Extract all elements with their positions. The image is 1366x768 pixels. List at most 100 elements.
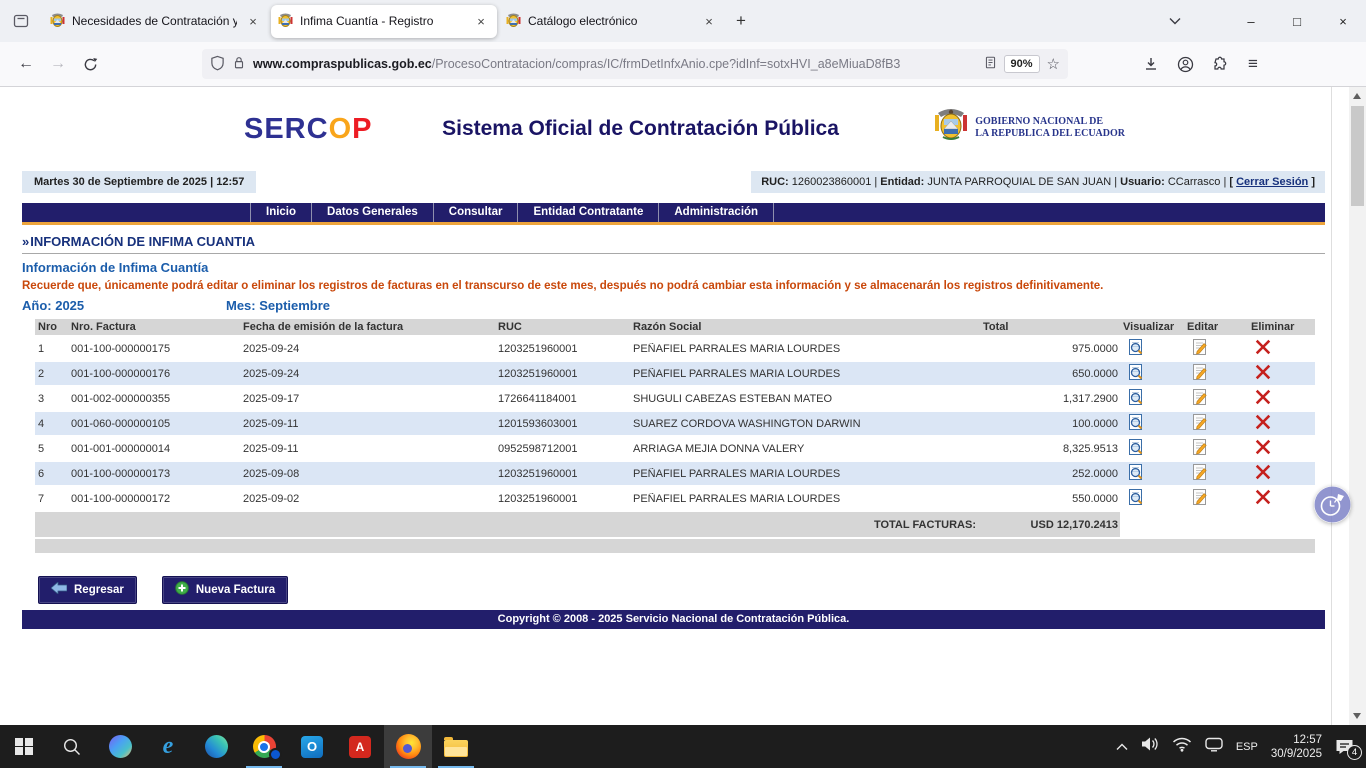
cell-nro-factura: 001-100-000000175: [68, 343, 240, 355]
scroll-down-arrow[interactable]: [1353, 713, 1361, 719]
url-text[interactable]: www.compraspublicas.gob.ec/ProcesoContra…: [253, 57, 977, 71]
back-arrow-icon: [51, 582, 67, 597]
scrollbar-thumb[interactable]: [1351, 106, 1364, 206]
back-button[interactable]: ←: [10, 48, 42, 80]
eliminar-icon[interactable]: [1255, 439, 1271, 455]
cell-nro: 4: [35, 418, 68, 430]
vertical-scrollbar[interactable]: [1349, 87, 1366, 725]
tab-necesidades[interactable]: Necesidades de Contratación y ×: [43, 5, 269, 38]
chevron-up-icon[interactable]: [1116, 738, 1128, 756]
tab-catalogo[interactable]: Catálogo electrónico ×: [499, 5, 725, 38]
account-icon[interactable]: [1168, 48, 1202, 80]
cell-fecha-emision: 2025-09-24: [240, 343, 495, 355]
buttons-row: Regresar Nueva Factura: [38, 576, 1331, 604]
chevron-down-icon[interactable]: [1158, 6, 1192, 36]
menu-icon[interactable]: ≡: [1236, 48, 1270, 80]
forward-button[interactable]: →: [42, 48, 74, 80]
visualizar-icon[interactable]: [1127, 338, 1145, 356]
notification-center-button[interactable]: 4: [1335, 738, 1354, 755]
close-icon[interactable]: ×: [472, 14, 490, 29]
new-tab-button[interactable]: +: [726, 6, 756, 36]
internet-explorer-button[interactable]: e: [144, 725, 192, 768]
search-button[interactable]: [48, 725, 96, 768]
ecuador-crest-favicon: [278, 12, 293, 31]
wifi-icon[interactable]: [1172, 737, 1192, 757]
start-button[interactable]: [0, 725, 48, 768]
cell-ruc: 1203251960001: [495, 343, 630, 355]
eliminar-icon[interactable]: [1255, 464, 1271, 480]
regresar-button[interactable]: Regresar: [38, 576, 137, 604]
connect-display-icon[interactable]: [1205, 737, 1223, 757]
zoom-level-badge[interactable]: 90%: [1004, 55, 1040, 73]
shield-icon[interactable]: [210, 55, 225, 74]
eliminar-icon[interactable]: [1255, 339, 1271, 355]
visualizar-icon[interactable]: [1127, 463, 1145, 481]
eliminar-icon[interactable]: [1255, 389, 1271, 405]
download-icon[interactable]: [1134, 48, 1168, 80]
session-bar: Martes 30 de Septiembre de 2025 | 12:57 …: [22, 171, 1325, 193]
logout-link[interactable]: Cerrar Sesión: [1236, 176, 1308, 188]
entity-label: Entidad:: [880, 176, 924, 188]
chrome-button[interactable]: [240, 725, 288, 768]
cell-ruc: 0952598712001: [495, 443, 630, 455]
acrobat-button[interactable]: A: [336, 725, 384, 768]
editar-icon[interactable]: [1191, 388, 1209, 406]
url-bar[interactable]: www.compraspublicas.gob.ec/ProcesoContra…: [202, 49, 1068, 79]
maximize-button[interactable]: □: [1274, 0, 1320, 42]
ruc-value: 1260023860001: [792, 176, 872, 188]
editar-icon[interactable]: [1191, 413, 1209, 431]
tab-infima-cuantia[interactable]: Infima Cuantía - Registro ×: [271, 5, 497, 38]
nueva-factura-button[interactable]: Nueva Factura: [162, 576, 288, 604]
floating-clock-widget[interactable]: [1314, 486, 1351, 523]
editar-icon[interactable]: [1191, 363, 1209, 381]
edge-button[interactable]: [192, 725, 240, 768]
outlook-button[interactable]: O: [288, 725, 336, 768]
lock-icon[interactable]: [232, 55, 246, 73]
editar-icon[interactable]: [1191, 488, 1209, 506]
user-value: CCarrasco: [1168, 176, 1221, 188]
cell-nro: 5: [35, 443, 68, 455]
file-explorer-button[interactable]: [432, 725, 480, 768]
reader-mode-icon[interactable]: [984, 55, 997, 73]
close-window-button[interactable]: ×: [1320, 0, 1366, 42]
total-row: TOTAL FACTURAS: USD 12,170.2413: [35, 512, 1315, 537]
visualizar-icon[interactable]: [1127, 488, 1145, 506]
system-tray: ESP 12:57 30/9/2025 4: [1116, 725, 1366, 768]
nav-item-inicio[interactable]: Inicio: [250, 203, 312, 222]
visualizar-icon[interactable]: [1127, 438, 1145, 456]
volume-icon[interactable]: [1141, 736, 1159, 757]
language-indicator[interactable]: ESP: [1236, 741, 1258, 753]
close-icon[interactable]: ×: [700, 14, 718, 29]
table-row: 5 001-001-000000014 2025-09-11 095259871…: [35, 437, 1315, 462]
visualizar-icon[interactable]: [1127, 413, 1145, 431]
extensions-icon[interactable]: [1202, 48, 1236, 80]
cell-total: 252.0000: [978, 468, 1120, 480]
minimize-button[interactable]: –: [1228, 0, 1274, 42]
editar-icon[interactable]: [1191, 438, 1209, 456]
bookmark-star-icon[interactable]: ☆: [1047, 55, 1060, 73]
visualizar-icon[interactable]: [1127, 388, 1145, 406]
eliminar-icon[interactable]: [1255, 364, 1271, 380]
header-ruc: RUC: [495, 321, 630, 333]
period-row: Año: 2025 Mes: Septiembre: [22, 298, 1325, 313]
nav-item-consultar[interactable]: Consultar: [434, 203, 519, 222]
tab-list-icon[interactable]: [6, 6, 36, 36]
nav-item-administracion[interactable]: Administración: [659, 203, 774, 222]
eliminar-icon[interactable]: [1255, 489, 1271, 505]
scroll-up-arrow[interactable]: [1353, 93, 1361, 99]
reload-button[interactable]: [74, 48, 106, 80]
table-row: 1 001-100-000000175 2025-09-24 120325196…: [35, 337, 1315, 362]
tab-title: Catálogo electrónico: [528, 14, 693, 28]
nav-item-datos-generales[interactable]: Datos Generales: [312, 203, 434, 222]
firefox-button[interactable]: [384, 725, 432, 768]
breadcrumb-label: INFORMACIÓN DE INFIMA CUANTIA: [30, 234, 255, 249]
editar-icon[interactable]: [1191, 463, 1209, 481]
eliminar-icon[interactable]: [1255, 414, 1271, 430]
visualizar-icon[interactable]: [1127, 363, 1145, 381]
header-eliminar: Eliminar: [1248, 321, 1315, 333]
editar-icon[interactable]: [1191, 338, 1209, 356]
copilot-button[interactable]: [96, 725, 144, 768]
close-icon[interactable]: ×: [244, 14, 262, 29]
taskbar-clock[interactable]: 12:57 30/9/2025: [1271, 733, 1322, 761]
nav-item-entidad-contratante[interactable]: Entidad Contratante: [518, 203, 659, 222]
